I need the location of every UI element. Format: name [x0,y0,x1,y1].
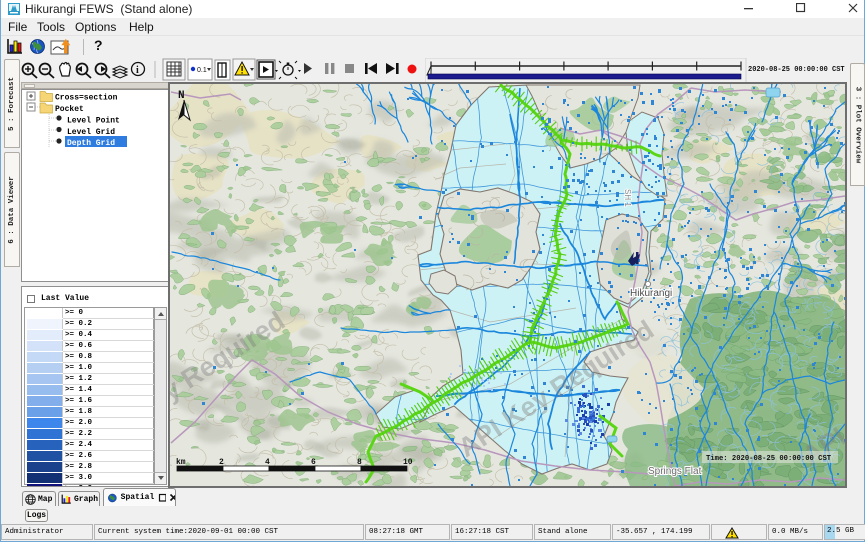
svg-text:SH 1: SH 1 [623,189,632,207]
svg-text:0.1: 0.1 [197,67,207,74]
svg-text:Time: 2020-08-25 00:00:00 CST: Time: 2020-08-25 00:00:00 CST [706,455,832,463]
svg-text:Springs Flat: Springs Flat [648,466,702,477]
svg-text:i: i [136,65,139,76]
svg-text:Cross=section: Cross=section [55,94,118,103]
svg-text:Depth Grid: Depth Grid [67,139,115,148]
svg-text:Hikurangi: Hikurangi [630,288,672,299]
svg-text:Pocket: Pocket [55,105,84,114]
svg-text:Level Point: Level Point [67,117,120,126]
svg-text:Level Grid: Level Grid [67,128,115,137]
